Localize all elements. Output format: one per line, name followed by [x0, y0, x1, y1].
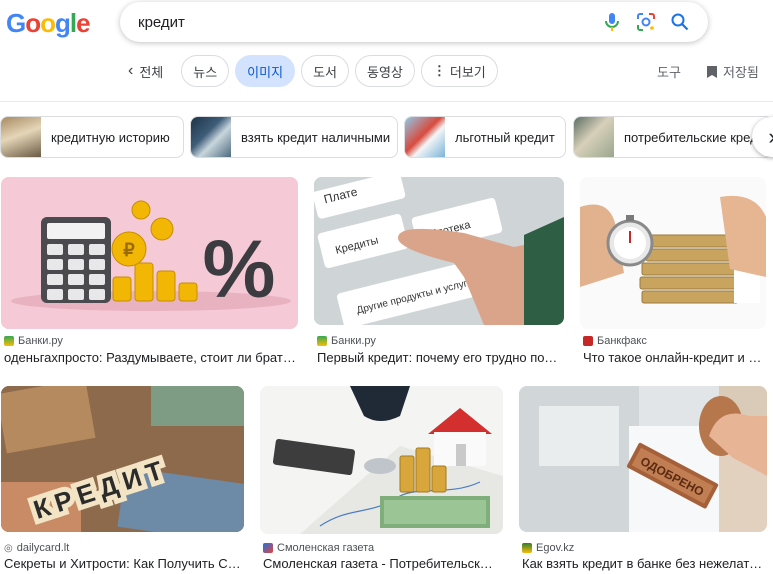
- related-chip[interactable]: потребительские кредиты: [573, 116, 773, 158]
- source-name: Egov.kz: [536, 542, 575, 554]
- chip-label: потребительские кредиты: [624, 129, 773, 145]
- image-caption-text: %: [203, 224, 276, 315]
- result-thumbnail[interactable]: ОДОБРЕНО: [519, 386, 767, 532]
- result-title[interactable]: оденьгахпросто: Раздумываете, стоит ли б…: [4, 350, 296, 365]
- result-source[interactable]: Банки.ру: [317, 335, 376, 347]
- saved-label: 저장됨: [723, 65, 759, 80]
- result-thumbnail[interactable]: [580, 177, 766, 329]
- image-result[interactable]: Банкфакс Что такое онлайн-кредит и как е…: [580, 177, 766, 367]
- svg-text:₽: ₽: [123, 240, 135, 260]
- result-title[interactable]: Смоленская газета - Потребительский кред…: [263, 556, 500, 571]
- result-source[interactable]: ◎ dailycard.lt: [4, 542, 69, 554]
- logo-letter: G: [6, 8, 26, 38]
- tab-more[interactable]: ⋮ 더보기: [420, 55, 498, 87]
- result-thumbnail[interactable]: Плате Кредиты Ипотека Другие продукты и …: [314, 177, 564, 325]
- logo-letter: g: [55, 8, 71, 38]
- header-divider: [0, 101, 773, 102]
- back-to-all-tab[interactable]: ‹ 전체: [128, 55, 176, 87]
- image-result[interactable]: ОДОБРЕНО Egov.kz Как взять кредит в банк…: [519, 386, 767, 574]
- tab-images[interactable]: 이미지: [235, 55, 296, 87]
- chip-thumbnail: [405, 117, 445, 157]
- chip-label: кредитную историю: [51, 129, 170, 145]
- source-name: Смоленская газета: [277, 542, 375, 554]
- approved-stamp-image: ОДОБРЕНО: [519, 386, 767, 532]
- more-vert-icon: ⋮: [432, 63, 446, 78]
- tab-news[interactable]: 뉴스: [181, 55, 230, 87]
- logo-letter: o: [25, 8, 41, 38]
- banki-favicon: [4, 336, 14, 346]
- result-title[interactable]: Как взять кредит в банке без нежелательн…: [522, 556, 764, 571]
- result-source[interactable]: Банкфакс: [583, 335, 647, 347]
- related-chip[interactable]: льготный кредит: [404, 116, 566, 158]
- search-tabs: ‹ 전체 뉴스 이미지 도서 동영상 ⋮ 더보기: [128, 55, 498, 87]
- globe-icon: ◎: [4, 542, 13, 554]
- header: Google ‹ 전체 뉴스 이미지 도서 동영상 ⋮ 더보기 도구 저장됨: [0, 0, 773, 100]
- source-name: Банки.ру: [18, 335, 63, 347]
- result-source[interactable]: Смоленская газета: [263, 542, 374, 554]
- chip-label: взять кредит наличными: [241, 129, 391, 145]
- image-result[interactable]: ₽ % Банки.ру оденьгахпросто: Раздумывает…: [1, 177, 298, 367]
- source-name: dailycard.lt: [16, 542, 70, 554]
- touchscreen-hand-image: Плате Кредиты Ипотека Другие продукты и …: [314, 177, 564, 325]
- tab-label: 뉴스: [193, 64, 218, 80]
- result-title[interactable]: Первый кредит: почему его трудно получит…: [317, 350, 561, 365]
- source-name: Банкфакс: [597, 335, 647, 347]
- tools-label: 도구: [657, 65, 681, 80]
- bookmark-icon: [707, 65, 717, 78]
- related-searches: кредитную историю взять кредит наличными…: [0, 116, 773, 158]
- chip-label: льготный кредит: [455, 129, 555, 145]
- tab-videos[interactable]: 동영상: [354, 55, 415, 87]
- tab-label: 동영상: [366, 64, 403, 80]
- image-result[interactable]: Смоленская газета Смоленская газета - По…: [260, 386, 503, 574]
- house-coins-calculator-image: [260, 386, 503, 534]
- logo-letter: o: [40, 8, 56, 38]
- search-icon[interactable]: [664, 6, 696, 38]
- banki-favicon: [317, 336, 327, 346]
- related-chip[interactable]: взять кредит наличными: [190, 116, 398, 158]
- mic-icon[interactable]: [596, 6, 628, 38]
- result-thumbnail[interactable]: ₽ %: [1, 177, 298, 329]
- image-result[interactable]: Плате Кредиты Ипотека Другие продукты и …: [314, 177, 564, 367]
- image-result[interactable]: КРЕДИТ ◎ dailycard.lt Секреты и Хитрости…: [1, 386, 244, 574]
- result-source[interactable]: Egov.kz: [522, 542, 574, 554]
- result-thumbnail[interactable]: КРЕДИТ: [1, 386, 244, 532]
- tab-label: 도서: [313, 64, 337, 80]
- chip-thumbnail: [191, 117, 231, 157]
- chip-thumbnail: [1, 117, 41, 157]
- bankfax-favicon: [583, 336, 593, 346]
- smolgazeta-favicon: [263, 543, 273, 553]
- chip-thumbnail: [574, 117, 614, 157]
- calculator-coins-image: ₽ %: [1, 177, 298, 329]
- google-logo[interactable]: Google: [6, 8, 91, 39]
- lens-icon[interactable]: [630, 6, 662, 38]
- tab-label: 이미지: [247, 64, 284, 80]
- chevron-left-icon: ‹: [128, 62, 134, 79]
- stopwatch-money-image: [580, 177, 766, 329]
- tools-button[interactable]: 도구: [657, 62, 681, 81]
- source-name: Банки.ру: [331, 335, 376, 347]
- search-box: [120, 2, 708, 42]
- result-title[interactable]: Секреты и Хитрости: Как Получить Скидку: [4, 556, 241, 571]
- tab-books[interactable]: 도서: [301, 55, 349, 87]
- result-title[interactable]: Что такое онлайн-кредит и как его получи…: [583, 350, 763, 365]
- logo-letter: e: [76, 8, 91, 38]
- egov-favicon: [522, 543, 532, 553]
- saved-button[interactable]: 저장됨: [706, 62, 759, 81]
- tab-label: 전체: [139, 64, 164, 80]
- related-chip[interactable]: кредитную историю: [0, 116, 184, 158]
- search-input[interactable]: [138, 13, 596, 31]
- credit-letters-image: КРЕДИТ: [1, 386, 244, 532]
- tab-label: 더보기: [449, 64, 486, 80]
- result-source[interactable]: Банки.ру: [4, 335, 63, 347]
- result-thumbnail[interactable]: [260, 386, 503, 534]
